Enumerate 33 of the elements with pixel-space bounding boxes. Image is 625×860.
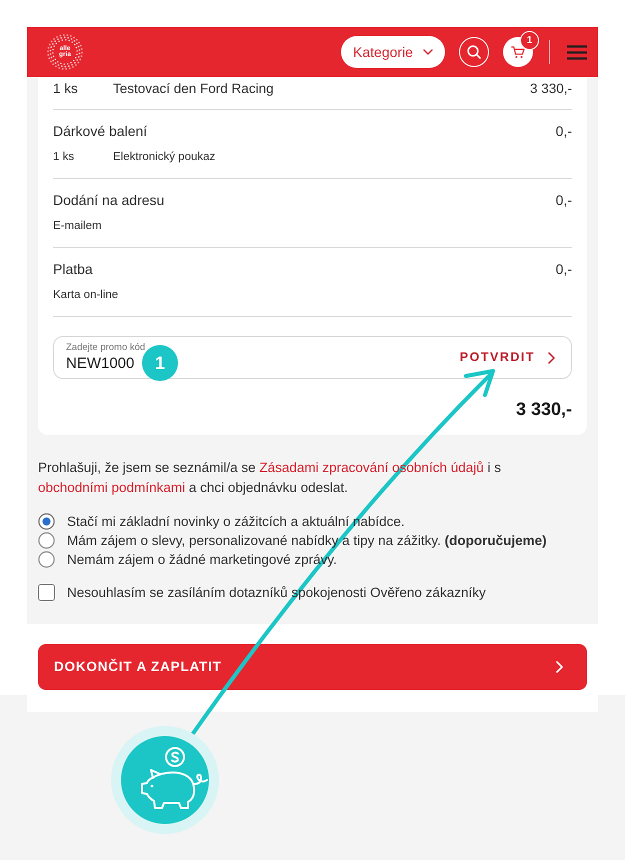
- section-title: Dodání na adresu: [53, 192, 164, 208]
- radio-button[interactable]: [38, 513, 55, 530]
- chevron-right-icon: [548, 352, 555, 364]
- radio-button[interactable]: [38, 532, 55, 549]
- section-detail: E-mailem: [53, 219, 102, 233]
- menu-button[interactable]: [567, 44, 587, 60]
- section-title: Dárkové balení: [53, 123, 148, 139]
- item-price: 3 330,-: [530, 81, 572, 97]
- submit-button[interactable]: DOKONČIT A ZAPLATIT: [38, 644, 587, 690]
- search-icon: [467, 45, 481, 59]
- item-quantity: 1 ks: [53, 81, 79, 97]
- cart-count-badge: 1: [520, 31, 539, 50]
- checkbox[interactable]: [38, 584, 55, 601]
- consent-link[interactable]: obchodními podmínkami: [38, 480, 186, 495]
- item-name: Testovací den Ford Racing: [113, 81, 274, 97]
- search-button[interactable]: [459, 37, 489, 67]
- menu-icon: [567, 44, 587, 60]
- radio-label: Mám zájem o slevy, personalizované nabídky a tipy na zážitky. (doporučujeme): [67, 532, 547, 550]
- section-price: 0,-: [556, 123, 572, 139]
- confirm-button[interactable]: POTVRDIT: [460, 348, 555, 367]
- section-detail: Elektronický poukaz: [113, 150, 216, 164]
- cart-icon: [511, 46, 525, 58]
- total-price: 3 330,-: [516, 399, 572, 419]
- section-title: Platba: [53, 261, 93, 277]
- chevron-right-icon: [556, 661, 563, 673]
- category-button[interactable]: Kategorie: [341, 36, 445, 68]
- radio-button[interactable]: [38, 551, 55, 568]
- chevron-down-icon: [422, 49, 433, 55]
- piggy-bank-icon: [111, 726, 219, 834]
- section-detail: Karta on-line: [53, 288, 118, 302]
- section-price: 0,-: [556, 192, 572, 208]
- detail-quantity: 1 ks: [53, 150, 76, 164]
- section-price: 0,-: [556, 261, 572, 277]
